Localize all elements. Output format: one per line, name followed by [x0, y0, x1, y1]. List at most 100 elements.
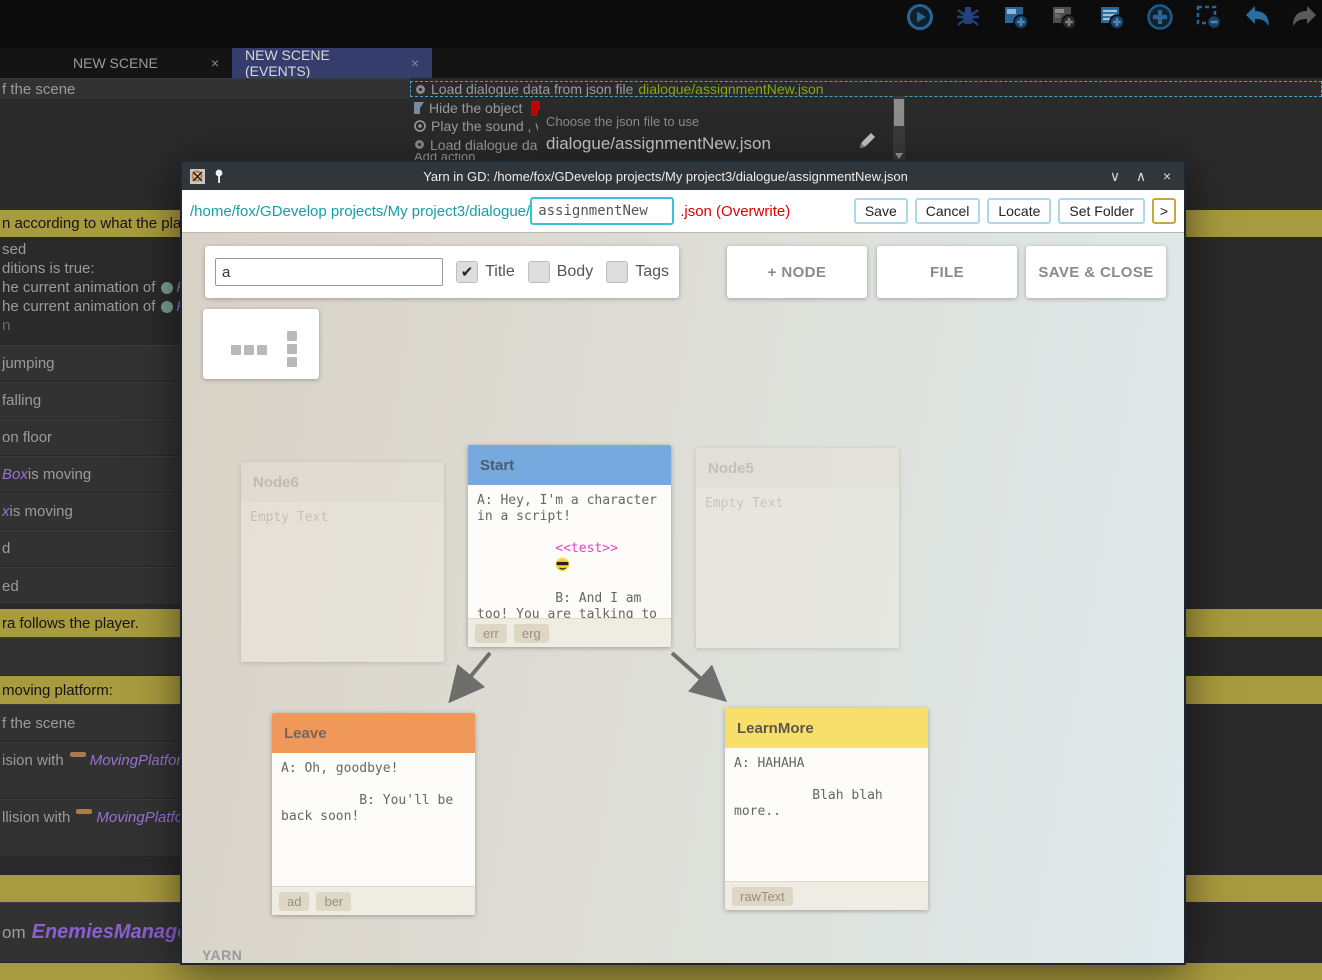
yarn-titlebar[interactable]: Yarn in GD: /home/fox/GDevelop projects/… [182, 162, 1184, 190]
node-title: LearnMore [725, 708, 928, 748]
node-tags: err erg [468, 618, 671, 647]
save-close-button[interactable]: SAVE & CLOSE [1026, 246, 1166, 298]
pin-icon[interactable] [213, 169, 225, 184]
title-checkbox[interactable]: ✔ [456, 261, 478, 283]
add-external-layout-icon[interactable] [1050, 3, 1078, 31]
save-suffix: .json (Overwrite) [680, 203, 790, 220]
minimap-node [287, 357, 297, 367]
edit-pencil-icon[interactable] [858, 132, 876, 150]
tag-chip: ad [279, 892, 309, 911]
body-checkbox-label: Body [557, 263, 593, 281]
node-title: Node6 [241, 462, 444, 502]
node-node6[interactable]: Node6 Empty Text [241, 462, 444, 662]
tab-label: NEW SCENE (EVENTS) [245, 47, 397, 79]
filename-input[interactable] [530, 197, 674, 225]
event-row[interactable]: he current animation ofPl [0, 297, 180, 316]
tab-new-scene[interactable]: NEW SCENE × [60, 48, 232, 78]
hide-object-icon [414, 102, 424, 114]
debug-icon[interactable] [954, 3, 982, 31]
save-button[interactable]: Save [854, 198, 908, 224]
minimap-node [231, 345, 241, 355]
yarn-command: <<test>> [555, 541, 618, 556]
title-checkbox-label: Title [485, 263, 515, 281]
tab-close-icon[interactable]: × [211, 55, 219, 71]
more-button[interactable]: > [1152, 198, 1176, 224]
platform-object-icon [70, 752, 86, 757]
node-start[interactable]: Start A: Hey, I'm a character in a scrip… [468, 445, 671, 647]
json-file-field[interactable]: Choose the json file to use dialogue/ass… [538, 110, 894, 160]
play-icon[interactable] [906, 3, 934, 31]
action-icon [415, 84, 426, 95]
player-object-icon [161, 282, 173, 294]
yarn-window: Yarn in GD: /home/fox/GDevelop projects/… [180, 160, 1186, 965]
platform-object-icon [76, 809, 92, 814]
minimap[interactable] [203, 309, 319, 379]
undo-icon[interactable] [1242, 3, 1270, 31]
node-learnmore[interactable]: LearnMore A: HAHAHA Blah blah more.. raw… [725, 708, 928, 910]
field-placeholder: Choose the json file to use [546, 114, 699, 129]
node-tags: rawText [725, 881, 928, 910]
file-button[interactable]: FILE [877, 246, 1017, 298]
tab-bar: NEW SCENE × NEW SCENE (EVENTS) × [0, 48, 1322, 78]
add-node-button[interactable]: + NODE [727, 246, 867, 298]
sunglasses-emoji [555, 557, 570, 572]
cancel-button[interactable]: Cancel [915, 198, 981, 224]
check-icon: ✔ [461, 263, 474, 281]
search-input[interactable] [215, 258, 443, 286]
events-scrollbar[interactable] [893, 96, 905, 160]
tags-checkbox-label: Tags [635, 263, 669, 281]
scrollbar-down-arrow[interactable] [895, 153, 903, 159]
event-row[interactable]: he current animation ofPl [0, 278, 180, 297]
save-path-prefix: /home/fox/GDevelop projects/My project3/… [190, 203, 530, 220]
action-icon [414, 139, 425, 150]
tab-close-icon[interactable]: × [411, 55, 419, 71]
tab-label: NEW SCENE [73, 55, 158, 71]
locate-button[interactable]: Locate [987, 198, 1051, 224]
tab-new-scene-events[interactable]: NEW SCENE (EVENTS) × [232, 48, 432, 78]
node-body: A: Oh, goodbye! B: You'll be back soon! [272, 753, 475, 886]
toolbar-icon-group [906, 3, 1318, 31]
node-tags: ad ber [272, 886, 475, 915]
close-icon[interactable]: × [1158, 168, 1176, 184]
event-action-row-selected[interactable]: Load dialogue data from json file dialog… [410, 81, 1322, 97]
yarn-canvas[interactable]: ✔ Title Body Tags + NODE FILE SAVE & CLO… [182, 233, 1184, 963]
minimap-node [244, 345, 254, 355]
add-external-events-icon[interactable] [1098, 3, 1126, 31]
body-checkbox[interactable] [528, 261, 550, 283]
window-title: Yarn in GD: /home/fox/GDevelop projects/… [233, 169, 1098, 184]
tag-chip: err [475, 624, 507, 643]
node-title: Leave [272, 713, 475, 753]
shade-icon[interactable]: ∨ [1106, 168, 1124, 185]
comment-row[interactable] [0, 963, 1322, 980]
redo-icon[interactable] [1290, 3, 1318, 31]
node-body: Empty Text [241, 502, 444, 662]
save-bar: /home/fox/GDevelop projects/My project3/… [182, 190, 1184, 233]
minimap-node [257, 345, 267, 355]
tags-checkbox[interactable] [606, 261, 628, 283]
field-value: dialogue/assignmentNew.json [546, 134, 771, 154]
minimap-node [287, 344, 297, 354]
tag-chip: rawText [732, 887, 793, 906]
tag-chip: ber [316, 892, 351, 911]
node-title: Node5 [696, 448, 899, 488]
node-body: A: HAHAHA Blah blah more.. [725, 748, 928, 881]
player-object-icon [161, 301, 173, 313]
rollup-icon[interactable]: ∧ [1132, 168, 1150, 185]
event-row[interactable]: f the scene [0, 78, 410, 100]
set-folder-button[interactable]: Set Folder [1058, 198, 1145, 224]
scrollbar-thumb[interactable] [894, 99, 904, 126]
deselect-icon[interactable] [1194, 3, 1222, 31]
minimap-node [287, 331, 297, 341]
yarn-app-icon [190, 169, 205, 184]
add-object-icon[interactable] [1146, 3, 1174, 31]
node-body: A: Hey, I'm a character in a script! <<t… [468, 485, 671, 618]
play-sound-icon [414, 120, 426, 132]
tag-chip: erg [514, 624, 549, 643]
screen: NEW SCENE × NEW SCENE (EVENTS) × f the s… [0, 0, 1322, 980]
node-body: Empty Text [696, 488, 899, 648]
node-leave[interactable]: Leave A: Oh, goodbye! B: You'll be back … [272, 713, 475, 915]
add-scene-icon[interactable] [1002, 3, 1030, 31]
app-toolbar [0, 0, 1322, 48]
node-node5[interactable]: Node5 Empty Text [696, 448, 899, 648]
node-title: Start [468, 445, 671, 485]
